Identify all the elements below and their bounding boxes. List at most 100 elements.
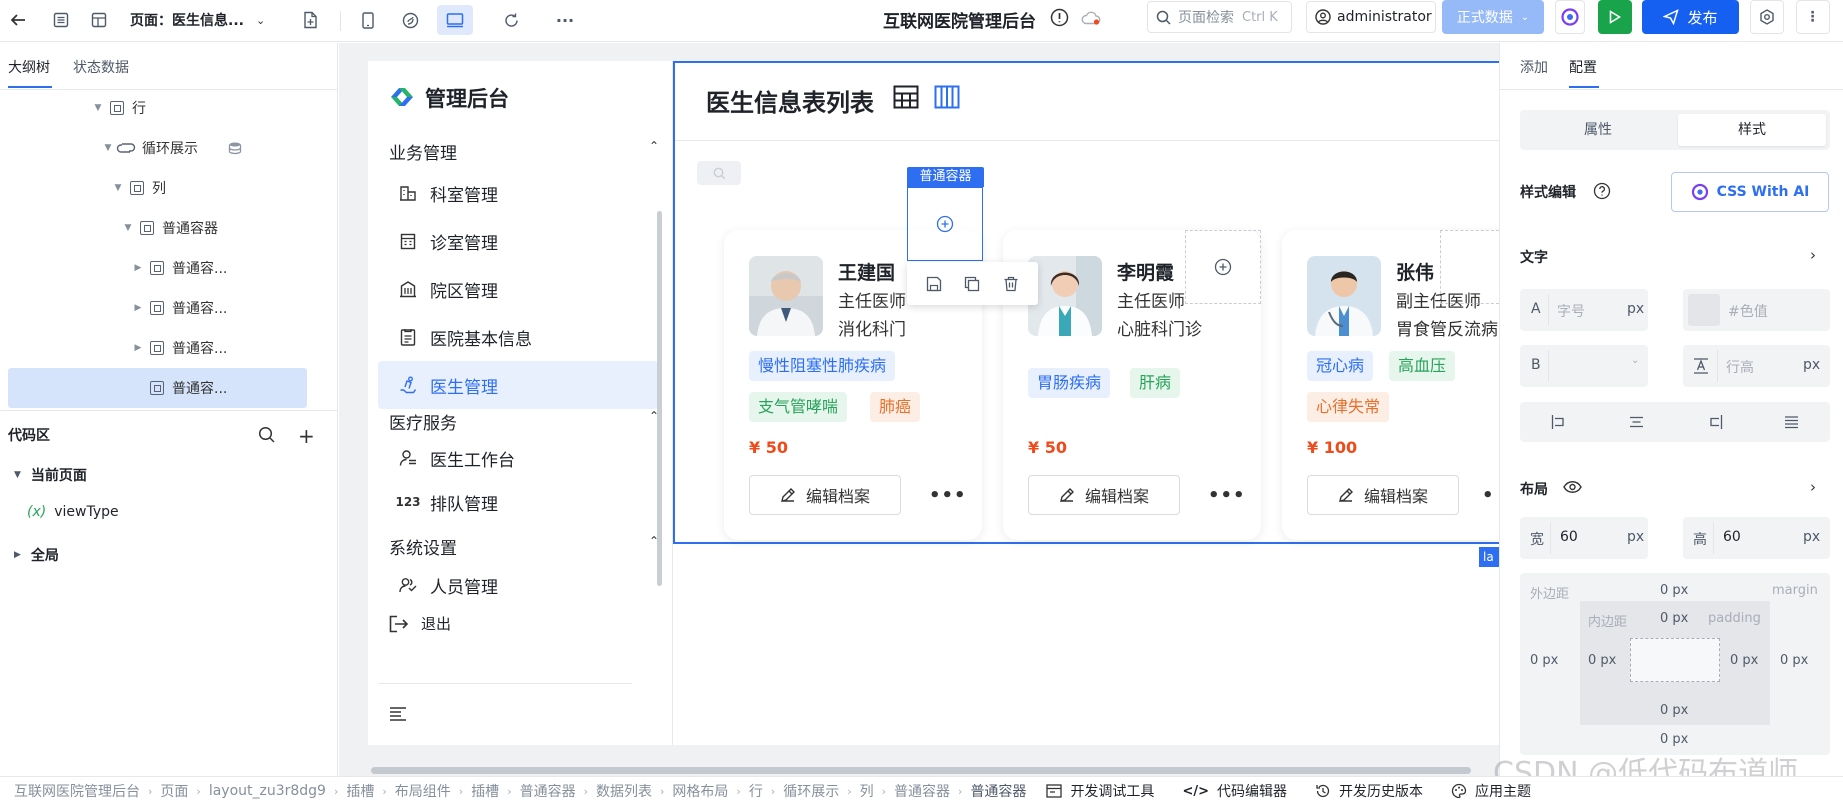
caret-down-icon[interactable]: ▼ <box>122 223 134 233</box>
edit-profile-button[interactable]: 编辑档案 <box>1028 475 1180 515</box>
breadcrumb-item[interactable]: 行 <box>749 781 763 801</box>
refresh-icon[interactable] <box>496 5 526 35</box>
caret-right-icon[interactable]: ▶ <box>132 263 144 273</box>
chevron-right-icon[interactable]: › <box>1810 478 1816 496</box>
more-actions-icon[interactable]: ••• <box>929 485 967 506</box>
width-input[interactable]: 宽 60 px <box>1520 517 1648 559</box>
padding-top-value[interactable]: 0 px <box>1660 611 1688 626</box>
page-search-input[interactable]: 页面检索 Ctrl K <box>1147 1 1292 33</box>
tab-state-data[interactable]: 状态数据 <box>73 57 129 77</box>
menu-item-doctor-management[interactable]: 医生管理 <box>378 361 658 409</box>
align-justify-icon[interactable] <box>1783 414 1800 430</box>
tree-node-container-child[interactable]: ▶ 普通容... <box>0 330 338 366</box>
tree-node-container-child[interactable]: ▶ 普通容... <box>0 250 338 286</box>
add-circle-icon[interactable] <box>936 215 954 233</box>
eye-icon[interactable] <box>1563 480 1582 494</box>
breadcrumb-item[interactable]: 网格布局 <box>672 781 728 801</box>
breadcrumb-item[interactable]: layout_zu3r8dg9 <box>209 783 326 799</box>
tree-node-column[interactable]: ▼ 列 <box>0 170 338 206</box>
segment-styles[interactable]: 样式 <box>1678 114 1826 146</box>
padding-left-value[interactable]: 0 px <box>1588 653 1616 668</box>
add-icon[interactable]: + <box>298 424 315 448</box>
tab-add[interactable]: 添加 <box>1520 57 1548 77</box>
breadcrumb-item[interactable]: 循环展示 <box>783 781 839 801</box>
preview-play-button[interactable] <box>1598 0 1632 34</box>
menu-item-workbench[interactable]: 医生工作台 <box>378 436 658 480</box>
align-right-icon[interactable] <box>1706 414 1723 430</box>
menu-item-staff[interactable]: 人员管理 <box>378 563 658 607</box>
menu-group-medical[interactable]: 医疗服务 ⌃ <box>389 409 659 434</box>
desktop-view-icon[interactable] <box>437 5 473 35</box>
breadcrumb-item[interactable]: 布局组件 <box>395 781 451 801</box>
breadcrumb-item[interactable]: 插槽 <box>346 781 374 801</box>
breadcrumb-item[interactable]: 页面 <box>160 781 188 801</box>
margin-left-value[interactable]: 0 px <box>1530 653 1558 668</box>
more-menu-icon[interactable]: ⋮ <box>1796 0 1830 34</box>
new-page-icon[interactable] <box>296 5 326 35</box>
ai-assistant-icon[interactable] <box>1555 0 1585 34</box>
tab-outline[interactable]: 大纲树 <box>8 57 50 77</box>
save-icon[interactable] <box>926 276 942 292</box>
environment-select[interactable]: 正式数据 ⌄ <box>1442 0 1544 34</box>
css-with-ai-button[interactable]: CSS With AI <box>1671 172 1829 212</box>
search-icon[interactable] <box>258 426 275 443</box>
breadcrumb-item[interactable]: 普通容器 <box>520 781 576 801</box>
height-input[interactable]: 高 60 px <box>1683 517 1830 559</box>
debug-tool-button[interactable]: 开发调试工具 <box>1046 781 1154 801</box>
doctor-card[interactable]: 张伟 副主任医师 胃食管反流病 冠心病 高血压 心律失常 ¥ 100 编辑档案 … <box>1282 230 1499 540</box>
settings-gear-icon[interactable] <box>1750 0 1784 34</box>
canvas-horizontal-scrollbar[interactable] <box>371 767 1471 774</box>
caret-right-icon[interactable]: ▶ <box>132 343 144 353</box>
menu-group-system[interactable]: 系统设置 ⌃ <box>389 534 659 559</box>
current-page-node[interactable]: ▼ 当前页面 <box>14 465 87 485</box>
menu-item-hospital-info[interactable]: 医院基本信息 <box>378 313 658 361</box>
chevron-up-icon[interactable]: ⌃ <box>649 139 659 153</box>
breadcrumb-item[interactable]: 列 <box>860 781 874 801</box>
menu-item-clinic-room[interactable]: 诊室管理 <box>378 217 658 265</box>
menu-item-queue[interactable]: 123 排队管理 <box>378 480 658 524</box>
caret-down-icon[interactable]: ▼ <box>92 103 104 113</box>
tab-config[interactable]: 配置 <box>1569 57 1597 77</box>
font-weight-select[interactable]: B ⌄ <box>1520 345 1648 387</box>
database-icon[interactable] <box>228 141 242 155</box>
breadcrumb-item[interactable]: 数据列表 <box>596 781 652 801</box>
edit-profile-button[interactable]: 编辑档案 <box>749 475 901 515</box>
list-view-icon[interactable] <box>46 5 76 35</box>
breadcrumb-item[interactable]: 插槽 <box>471 781 499 801</box>
tree-node-container-selected[interactable]: 普通容... <box>0 370 338 406</box>
menu-item-campus[interactable]: 院区管理 <box>378 265 658 313</box>
tree-node-loop[interactable]: ▼ 循环展示 <box>0 130 338 166</box>
empty-slot-placeholder[interactable] <box>1185 230 1261 304</box>
margin-right-value[interactable]: 0 px <box>1780 653 1808 668</box>
info-icon[interactable] <box>1050 8 1069 27</box>
logout-link[interactable]: 退出 <box>389 613 451 634</box>
breadcrumb-item[interactable]: 互联网医院管理后台 <box>14 781 140 801</box>
caret-right-icon[interactable]: ▶ <box>132 303 144 313</box>
delete-icon[interactable] <box>1003 276 1019 292</box>
margin-top-value[interactable]: 0 px <box>1660 583 1688 598</box>
segment-properties[interactable]: 属性 <box>1524 114 1672 146</box>
menu-group-business[interactable]: 业务管理 ⌃ <box>389 139 659 164</box>
history-button[interactable]: 开发历史版本 <box>1315 781 1423 801</box>
padding-right-value[interactable]: 0 px <box>1730 653 1758 668</box>
user-menu[interactable]: administrator <box>1306 1 1436 33</box>
font-size-input[interactable]: A 字号 px <box>1520 289 1648 331</box>
collapse-menu-icon[interactable] <box>389 707 407 721</box>
global-node[interactable]: ▶ 全局 <box>14 545 59 565</box>
margin-bottom-value[interactable]: 0 px <box>1660 732 1688 747</box>
doctor-card[interactable]: 李明霞 主任医师 心脏科门诊 胃肠疾病 肝病 ¥ 50 编辑档案 ••• <box>1003 230 1261 540</box>
back-arrow-icon[interactable] <box>4 5 32 35</box>
publish-button[interactable]: 发布 <box>1642 0 1739 34</box>
more-actions-icon[interactable]: • <box>1482 485 1495 506</box>
line-height-input[interactable]: 行高 px <box>1683 345 1830 387</box>
sidebar-scrollbar[interactable] <box>657 211 662 586</box>
page-selector[interactable]: 页面：医生信息... ⌄ <box>130 5 282 35</box>
breadcrumb-item[interactable]: 普通容器 <box>894 781 950 801</box>
align-left-icon[interactable] <box>1551 414 1568 430</box>
theme-button[interactable]: 应用主题 <box>1451 781 1531 801</box>
tree-node-container-child[interactable]: ▶ 普通容... <box>0 290 338 326</box>
edit-profile-button[interactable]: 编辑档案 <box>1307 475 1459 515</box>
help-icon[interactable] <box>1593 182 1611 200</box>
menu-item-department[interactable]: 科室管理 <box>378 169 658 217</box>
more-dots-icon[interactable]: ··· <box>550 5 580 35</box>
